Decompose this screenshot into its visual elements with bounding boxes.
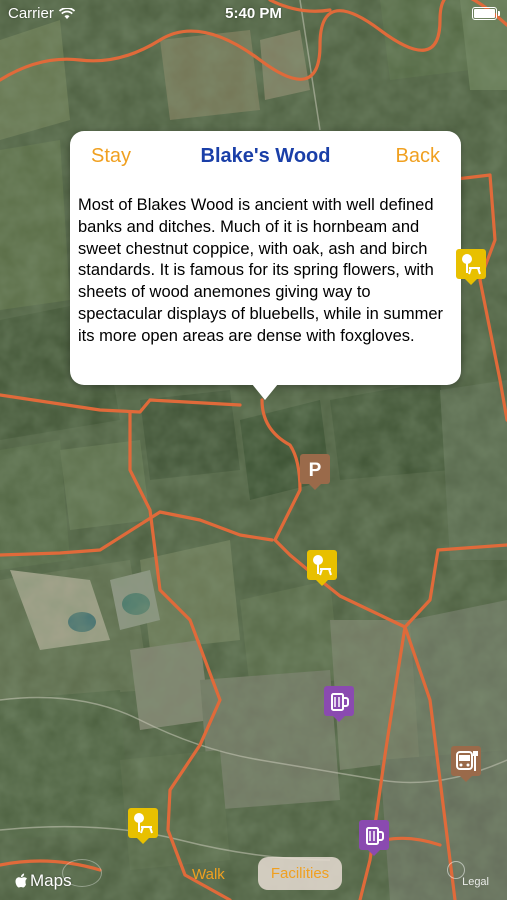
bus-icon[interactable] [451,746,481,782]
pub-icon[interactable] [324,686,354,722]
status-bar: Carrier 5:40 PM [0,0,507,26]
picnic-icon[interactable] [307,550,337,586]
place-callout: Stay Blake's Wood Back Most of Blakes Wo… [70,131,461,385]
parking-icon[interactable]: P [300,454,330,490]
legal-link[interactable]: Legal [462,876,489,888]
bottom-toolbar: Maps Walk Facilities Legal [0,846,507,900]
parking-marker-label: P [309,460,322,481]
facilities-label: Facilities [270,865,330,882]
walk-button[interactable]: Walk [192,866,225,883]
callout-description: Most of Blakes Wood is ancient with well… [78,196,443,345]
callout-header: Stay Blake's Wood Back [70,145,461,171]
compass-button[interactable] [62,859,102,887]
picnic-icon[interactable] [128,808,158,844]
facilities-button[interactable]: Facilities [258,857,342,890]
apple-icon [15,873,27,888]
status-time: 5:40 PM [225,5,282,22]
back-button[interactable]: Back [396,145,440,168]
picnic-icon[interactable] [456,249,486,285]
battery-icon [472,7,500,20]
callout-pointer [252,384,278,400]
